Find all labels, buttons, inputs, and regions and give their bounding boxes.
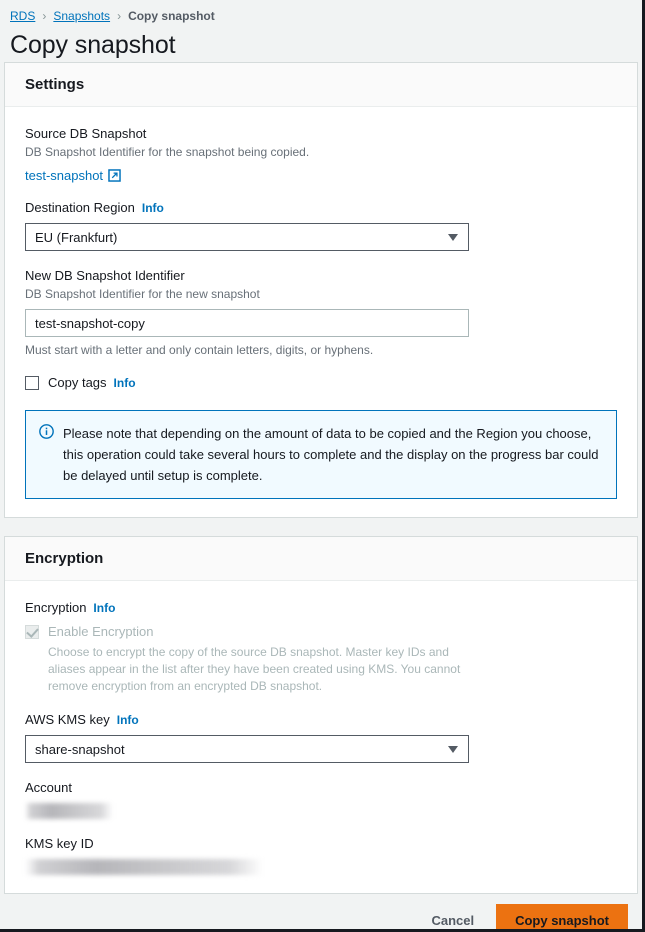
enable-encryption-description: Choose to encrypt the copy of the source… <box>48 644 478 695</box>
settings-card-header: Settings <box>5 63 637 107</box>
encryption-card: Encryption Encryption Info Enable Encryp… <box>4 536 638 894</box>
encryption-field: Encryption Info Enable Encryption Choose… <box>25 599 617 695</box>
destination-region-info-link[interactable]: Info <box>142 199 164 217</box>
encryption-card-header: Encryption <box>5 537 637 581</box>
source-snapshot-link-label: test-snapshot <box>25 168 103 183</box>
breadcrumb-item-rds[interactable]: RDS <box>10 9 35 23</box>
account-value-redacted <box>25 803 113 819</box>
source-snapshot-link[interactable]: test-snapshot <box>25 168 121 183</box>
copy-tags-field: Copy tags Info <box>25 374 617 392</box>
aws-kms-key-selected-value: share-snapshot <box>35 742 125 757</box>
account-field: Account <box>25 779 617 819</box>
breadcrumb-item-current: Copy snapshot <box>128 9 215 23</box>
page-viewport: RDS › Snapshots › Copy snapshot Copy sna… <box>0 0 645 932</box>
account-label: Account <box>25 779 617 797</box>
page-title: Copy snapshot <box>0 24 642 62</box>
cancel-button[interactable]: Cancel <box>417 906 488 932</box>
destination-region-field: Destination Region Info EU (Frankfurt) <box>25 199 617 251</box>
encryption-heading: Encryption <box>25 550 617 567</box>
new-db-snapshot-identifier-label: New DB Snapshot Identifier <box>25 267 617 285</box>
breadcrumb-item-snapshots[interactable]: Snapshots <box>53 9 110 23</box>
enable-encryption-row: Enable Encryption Choose to encrypt the … <box>25 623 617 695</box>
aws-kms-key-label: AWS KMS key Info <box>25 711 617 729</box>
copy-tags-row: Copy tags Info <box>25 374 617 392</box>
encryption-card-body: Encryption Info Enable Encryption Choose… <box>5 581 637 893</box>
new-db-snapshot-identifier-input[interactable] <box>25 309 469 337</box>
kms-key-id-label: KMS key ID <box>25 835 617 853</box>
kms-key-id-value-redacted <box>25 859 263 875</box>
breadcrumb-separator-icon: › <box>41 9 47 23</box>
enable-encryption-checkbox <box>25 625 39 639</box>
copy-tags-checkbox[interactable] <box>25 376 39 390</box>
aws-kms-key-select[interactable]: share-snapshot <box>25 735 469 763</box>
settings-card: Settings Source DB Snapshot DB Snapshot … <box>4 62 638 518</box>
chevron-down-icon <box>448 746 458 753</box>
copy-snapshot-submit-button[interactable]: Copy snapshot <box>496 904 628 932</box>
destination-region-select[interactable]: EU (Frankfurt) <box>25 223 469 251</box>
encryption-label-text: Encryption <box>25 599 86 617</box>
info-alert: Please note that depending on the amount… <box>25 410 617 499</box>
settings-card-body: Source DB Snapshot DB Snapshot Identifie… <box>5 107 637 517</box>
info-alert-text: Please note that depending on the amount… <box>63 423 602 486</box>
breadcrumb-separator-icon: › <box>116 9 122 23</box>
new-db-snapshot-identifier-description: DB Snapshot Identifier for the new snaps… <box>25 286 617 303</box>
destination-region-label-text: Destination Region <box>25 199 135 217</box>
settings-heading: Settings <box>25 76 617 93</box>
kms-key-id-field: KMS key ID <box>25 835 617 875</box>
aws-kms-key-field: AWS KMS key Info share-snapshot <box>25 711 617 763</box>
copy-tags-info-link[interactable]: Info <box>114 374 136 392</box>
card-spacer <box>0 518 642 536</box>
encryption-label: Encryption Info <box>25 599 617 617</box>
source-db-snapshot-label: Source DB Snapshot <box>25 125 617 143</box>
aws-kms-key-info-link[interactable]: Info <box>117 711 139 729</box>
source-db-snapshot-field: Source DB Snapshot DB Snapshot Identifie… <box>25 125 617 183</box>
form-footer: Cancel Copy snapshot <box>0 894 642 932</box>
new-db-snapshot-identifier-field: New DB Snapshot Identifier DB Snapshot I… <box>25 267 617 358</box>
chevron-down-icon <box>448 234 458 241</box>
copy-tags-label-text: Copy tags <box>48 374 107 392</box>
copy-tags-label: Copy tags Info <box>48 374 136 392</box>
enable-encryption-label: Enable Encryption <box>48 623 478 641</box>
aws-kms-key-label-text: AWS KMS key <box>25 711 110 729</box>
external-link-icon <box>108 169 121 182</box>
new-db-snapshot-identifier-hint: Must start with a letter and only contai… <box>25 342 617 358</box>
source-db-snapshot-description: DB Snapshot Identifier for the snapshot … <box>25 144 617 161</box>
breadcrumb: RDS › Snapshots › Copy snapshot <box>0 0 642 24</box>
info-circle-icon <box>39 424 54 442</box>
destination-region-selected-value: EU (Frankfurt) <box>35 230 117 245</box>
destination-region-label: Destination Region Info <box>25 199 617 217</box>
encryption-info-link[interactable]: Info <box>93 599 115 617</box>
